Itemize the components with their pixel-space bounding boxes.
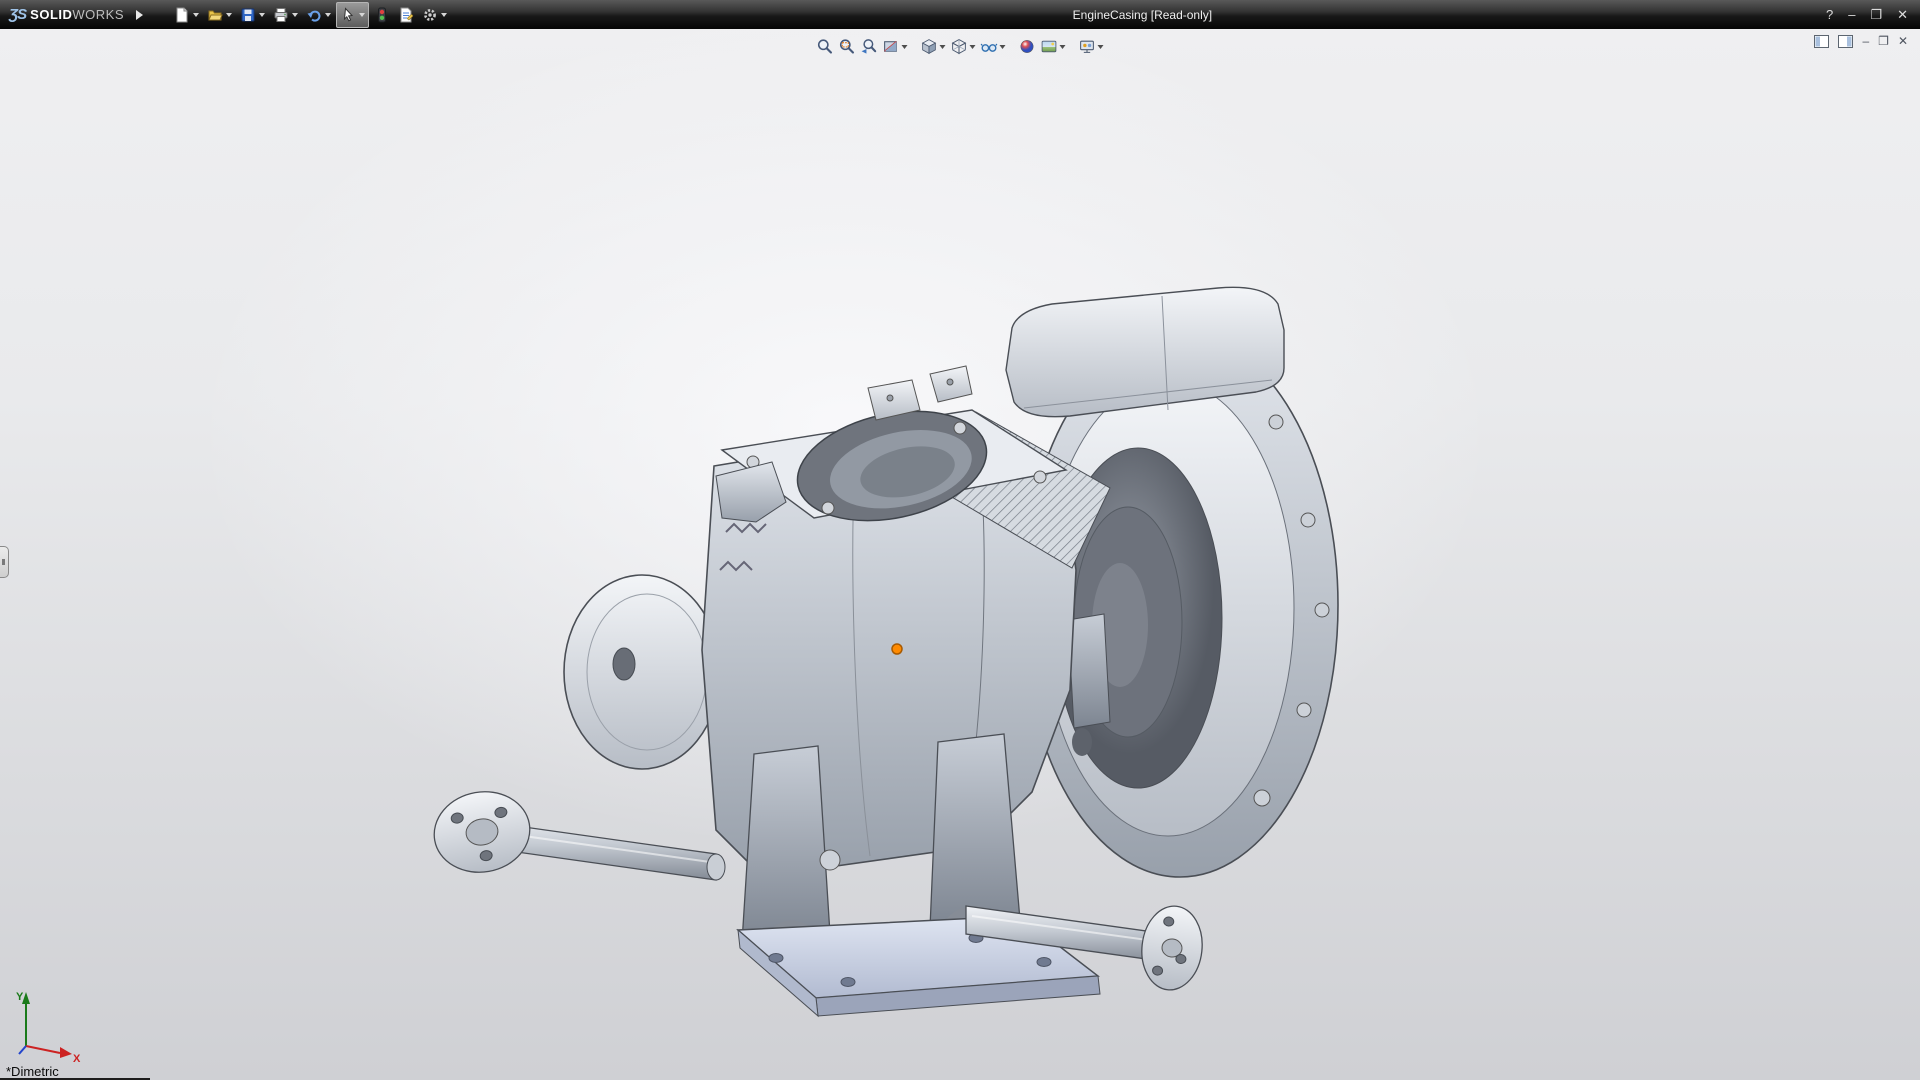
document-close-button[interactable]: ✕ xyxy=(1898,33,1908,49)
save-button[interactable] xyxy=(237,3,268,27)
section-view-button[interactable] xyxy=(881,36,910,57)
help-button[interactable]: ? xyxy=(1826,0,1833,29)
standard-toolbar xyxy=(171,2,450,28)
section-view-dropdown-arrow[interactable] xyxy=(902,45,908,49)
brand-works: WORKS xyxy=(72,7,124,22)
previous-view-icon xyxy=(861,38,878,55)
display-style-cube-icon xyxy=(951,38,968,55)
title-bar: ƷS SOLIDWORKS xyxy=(0,0,1920,29)
open-dropdown-arrow[interactable] xyxy=(226,13,232,17)
hide-show-items-dropdown-arrow[interactable] xyxy=(1000,45,1006,49)
origin-marker xyxy=(892,644,902,654)
document-restore-button[interactable]: ❐ xyxy=(1878,33,1889,49)
restore-button[interactable]: ❐ xyxy=(1870,0,1882,29)
new-document-button[interactable] xyxy=(171,3,202,27)
document-minimize-button[interactable]: – xyxy=(1862,33,1869,49)
new-document-icon xyxy=(174,7,190,23)
view-orientation-dropdown-arrow[interactable] xyxy=(940,45,946,49)
apply-scene-icon xyxy=(1041,38,1058,55)
pivot-bolt xyxy=(820,850,840,870)
zoom-to-fit-button[interactable] xyxy=(815,36,836,57)
apply-scene-dropdown-arrow[interactable] xyxy=(1060,45,1066,49)
brand-text: SOLIDWORKS xyxy=(30,7,124,22)
engine-casing-model[interactable] xyxy=(420,270,1420,1070)
new-document-dropdown-arrow[interactable] xyxy=(193,13,199,17)
file-properties-button[interactable] xyxy=(395,3,417,27)
heads-up-view-toolbar xyxy=(811,34,1110,59)
featuremanager-splitter-handle[interactable] xyxy=(0,546,9,578)
open-folder-icon xyxy=(207,7,223,23)
section-view-icon xyxy=(883,38,900,55)
zoom-to-fit-icon xyxy=(817,38,834,55)
zoom-to-area-icon xyxy=(839,38,856,55)
document-window-controls: – ❐ ✕ xyxy=(1814,33,1908,49)
undo-button[interactable] xyxy=(303,3,334,27)
open-button[interactable] xyxy=(204,3,235,27)
y-axis-label: Y xyxy=(16,991,24,1003)
z-axis-line xyxy=(19,1046,26,1054)
solidworks-logo: ƷS SOLIDWORKS xyxy=(0,6,130,23)
options-dropdown-arrow[interactable] xyxy=(441,13,447,17)
file-properties-icon xyxy=(398,7,414,23)
display-style-dropdown-arrow[interactable] xyxy=(970,45,976,49)
save-dropdown-arrow[interactable] xyxy=(259,13,265,17)
save-icon xyxy=(240,7,256,23)
left-shaft xyxy=(428,784,725,880)
print-icon xyxy=(273,7,289,23)
select-cursor-icon xyxy=(340,7,356,23)
window-controls: ? – ❐ ✕ xyxy=(1826,0,1920,29)
x-axis-arrow xyxy=(60,1047,72,1058)
mounting-stand xyxy=(742,746,830,942)
hide-show-glasses-icon xyxy=(981,38,998,55)
x-axis-label: X xyxy=(73,1053,81,1064)
zoom-to-area-button[interactable] xyxy=(837,36,858,57)
pane-left-icon[interactable] xyxy=(1814,35,1829,48)
view-settings-icon xyxy=(1079,38,1096,55)
previous-view-button[interactable] xyxy=(859,36,880,57)
view-orientation-button[interactable] xyxy=(919,36,948,57)
view-orientation-label: *Dimetric xyxy=(6,1064,59,1079)
minimize-button[interactable]: – xyxy=(1848,0,1855,29)
apply-scene-button[interactable] xyxy=(1039,36,1068,57)
view-orientation-cube-icon xyxy=(921,38,938,55)
print-button[interactable] xyxy=(270,3,301,27)
menu-expand-arrow-icon[interactable] xyxy=(136,10,143,20)
select-dropdown-arrow[interactable] xyxy=(359,13,365,17)
display-style-button[interactable] xyxy=(949,36,978,57)
rebuild-traffic-light-icon xyxy=(374,7,390,23)
undo-dropdown-arrow[interactable] xyxy=(325,13,331,17)
close-button[interactable]: ✕ xyxy=(1897,0,1908,29)
graphics-area[interactable]: – ❐ ✕ xyxy=(0,29,1920,1080)
edit-appearance-button[interactable] xyxy=(1017,36,1038,57)
document-title: EngineCasing [Read-only] xyxy=(1073,8,1212,22)
pane-right-icon[interactable] xyxy=(1838,35,1853,48)
rebuild-button[interactable] xyxy=(371,3,393,27)
edit-appearance-ball-icon xyxy=(1019,38,1036,55)
print-dropdown-arrow[interactable] xyxy=(292,13,298,17)
side-cover-disk xyxy=(564,575,720,769)
reference-triad: Y X xyxy=(14,984,84,1064)
ds-logo-icon: ƷS xyxy=(9,6,26,23)
select-tool-button[interactable] xyxy=(336,2,369,28)
undo-icon xyxy=(306,7,322,23)
hide-show-items-button[interactable] xyxy=(979,36,1008,57)
brand-solid: SOLID xyxy=(30,7,72,22)
mounting-stand xyxy=(930,734,1020,928)
options-gear-icon xyxy=(422,7,438,23)
view-settings-button[interactable] xyxy=(1077,36,1106,57)
options-button[interactable] xyxy=(419,3,450,27)
view-settings-dropdown-arrow[interactable] xyxy=(1098,45,1104,49)
